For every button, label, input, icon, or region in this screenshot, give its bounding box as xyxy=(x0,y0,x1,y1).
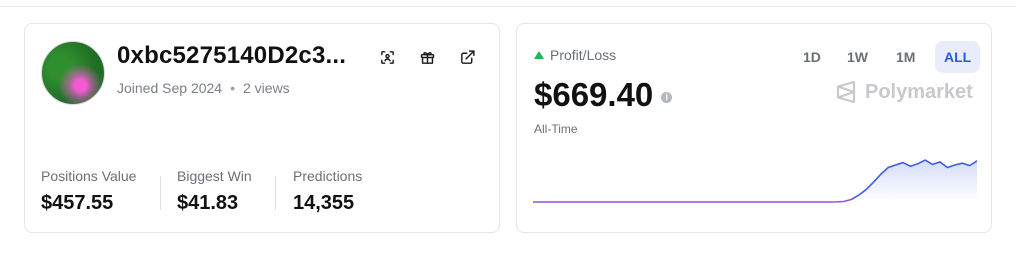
view-count: 2 views xyxy=(243,80,290,96)
stat-value: $41.83 xyxy=(177,192,239,214)
polymarket-logo-icon xyxy=(836,80,856,104)
pnl-card: Profit/Loss $669.40 i All-Time 1D 1W 1M … xyxy=(516,23,992,233)
brand-name: Polymarket xyxy=(865,80,973,103)
pnl-label: Profit/Loss xyxy=(550,47,617,63)
stat-value: $457.55 xyxy=(41,192,114,214)
pnl-header: Profit/Loss xyxy=(534,47,616,63)
timeframe-1m[interactable]: 1M xyxy=(887,41,924,73)
pnl-value: $669.40 xyxy=(534,76,654,113)
stat-label: Positions Value xyxy=(41,168,137,184)
profile-meta: Joined Sep 2024 • 2 views xyxy=(117,80,290,96)
stat-label: Predictions xyxy=(293,168,363,184)
timeframe-all[interactable]: ALL xyxy=(935,41,981,73)
stat-divider xyxy=(275,176,276,210)
meta-separator: • xyxy=(230,80,235,96)
scan-icon[interactable] xyxy=(377,47,397,67)
stat-label: Biggest Win xyxy=(177,168,252,184)
username: 0xbc5275140D2c3... xyxy=(117,42,347,69)
pnl-chart xyxy=(533,159,977,203)
stat-divider xyxy=(160,176,161,210)
joined-date: Joined Sep 2024 xyxy=(117,80,223,96)
triangle-up-icon xyxy=(534,50,544,59)
external-link-icon[interactable] xyxy=(457,47,477,67)
stat-predictions: Predictions 14,355 xyxy=(293,168,362,215)
timeframe-1w[interactable]: 1W xyxy=(838,41,877,73)
profile-card: 0xbc5275140D2c3... Joined Sep 2024 • 2 vie… xyxy=(24,23,500,233)
timeframe-1d[interactable]: 1D xyxy=(794,41,830,73)
stat-value: 14,355 xyxy=(293,192,355,214)
gift-icon[interactable] xyxy=(417,47,437,67)
polymarket-brand: Polymarket xyxy=(835,80,973,104)
info-icon[interactable]: i xyxy=(661,91,673,103)
pnl-line-flat xyxy=(533,198,852,203)
avatar[interactable] xyxy=(41,41,105,105)
pnl-period-label: All-Time xyxy=(534,122,578,136)
top-divider xyxy=(0,6,1016,7)
stat-positions-value: Positions Value $457.55 xyxy=(41,168,136,215)
stat-biggest-win: Biggest Win $41.83 xyxy=(177,168,252,215)
pnl-amount: $669.40 i xyxy=(534,76,673,114)
